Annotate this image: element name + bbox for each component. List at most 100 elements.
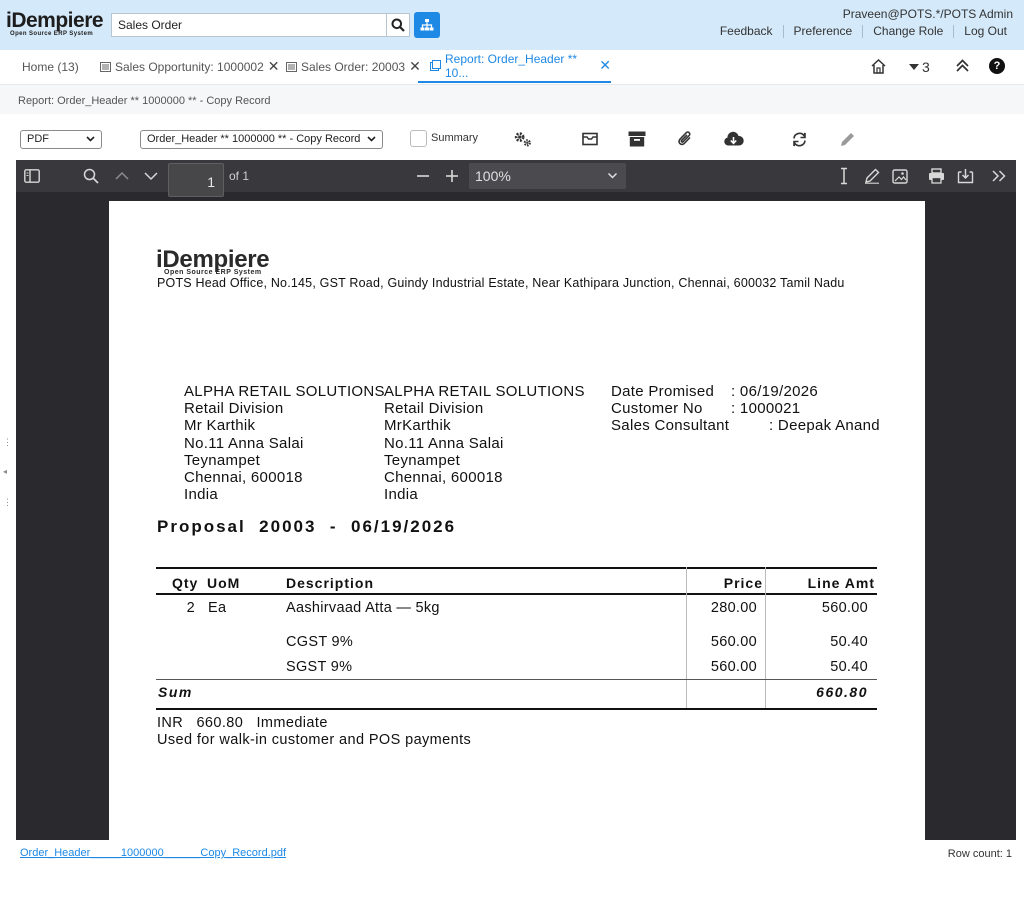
logout-link[interactable]: Log Out <box>953 25 1007 38</box>
tab-label: Home (13) <box>22 59 79 74</box>
col-price: Price <box>723 575 763 591</box>
order-info-block: Date Promised : 06/19/2026 Customer No : 1… <box>611 383 880 435</box>
page-number-input[interactable]: 1 <box>168 163 224 197</box>
search-button[interactable] <box>386 13 410 37</box>
app-logo[interactable]: iDempiere Open Source ERP System <box>6 10 108 40</box>
previous-page-icon[interactable] <box>113 167 131 185</box>
chevron-down-icon <box>367 136 376 142</box>
splitter-arrow-icon[interactable]: ◂ <box>3 468 7 476</box>
ship-to-line: Retail Division <box>384 400 484 418</box>
chevron-down-icon <box>86 136 95 142</box>
zoom-in-icon[interactable] <box>443 167 461 185</box>
ship-to-line: No.11 Anna Salai <box>384 434 504 452</box>
bill-to-line: Chennai, 600018 <box>184 469 303 487</box>
sitemap-icon <box>420 19 434 31</box>
zoom-value: 100% <box>475 168 511 184</box>
tab-label: Sales Order: 20003 <box>301 59 406 74</box>
caret-down-icon <box>909 64 919 70</box>
summary-label: Summary <box>431 132 479 144</box>
sum-value: 660.80 <box>816 684 868 700</box>
cell-price: 560.00 <box>710 659 757 675</box>
info-value: : Deepak Anand <box>769 417 880 435</box>
save-icon[interactable] <box>956 167 974 185</box>
tab-sales-order[interactable]: Sales Order: 20003 ✕ <box>286 50 421 83</box>
bill-to-block: ALPHA RETAIL SOLUTIONS Retail Division M… <box>184 383 385 503</box>
window-tabbar: Home (13) Sales Opportunity: 1000002 ✕ S… <box>0 50 1024 84</box>
ship-to-line: ALPHA RETAIL SOLUTIONS <box>384 383 585 400</box>
col-line-amt: Line Amt <box>807 575 875 591</box>
info-value: : 1000021 <box>731 400 801 418</box>
currency-payment-terms: INR 660.80 Immediate <box>157 715 328 731</box>
tab-report[interactable]: Report: Order_Header ** 10... ✕ <box>418 50 611 83</box>
preference-link[interactable]: Preference <box>782 25 863 38</box>
collapse-up-icon[interactable] <box>955 58 970 78</box>
zoom-select[interactable]: 100% <box>469 163 626 189</box>
user-role-label[interactable]: Praveen@POTS.*/POTS Admin <box>843 7 1013 21</box>
global-search-input[interactable]: Sales Order <box>111 13 387 37</box>
cell-uom: Ea <box>208 600 227 616</box>
bill-to-line: Mr Karthik <box>184 417 256 435</box>
sum-label: Sum <box>158 684 193 700</box>
draw-icon[interactable] <box>863 167 881 185</box>
open-tab-count: 3 <box>922 59 930 75</box>
find-icon[interactable] <box>82 167 100 185</box>
document-logo-subtitle: Open Source ERP System <box>164 269 262 276</box>
window-icon <box>286 61 297 72</box>
info-row: Customer No : 1000021 <box>611 400 880 417</box>
order-description: Used for walk-in customer and POS paymen… <box>157 732 472 748</box>
cell-description: CGST 9% <box>286 634 354 650</box>
archive-icon[interactable] <box>627 129 647 149</box>
refresh-icon[interactable] <box>789 129 809 149</box>
tab-label: Sales Opportunity: 1000002 <box>115 59 264 74</box>
tab-sales-opportunity[interactable]: Sales Opportunity: 1000002 ✕ <box>100 50 280 83</box>
menu-tree-button[interactable] <box>414 12 440 38</box>
ship-to-line: Teynampet <box>384 451 461 469</box>
close-icon[interactable]: ✕ <box>599 57 611 74</box>
cell-description: SGST 9% <box>286 659 353 675</box>
app-header: iDempiere Open Source ERP System Sales O… <box>0 0 1024 50</box>
format-value: PDF <box>27 133 49 145</box>
text-select-icon[interactable] <box>835 167 853 185</box>
format-select[interactable]: PDF <box>20 130 102 149</box>
col-uom: UoM <box>207 575 241 591</box>
info-label: Customer No <box>611 400 703 418</box>
attachment-icon[interactable] <box>675 129 695 149</box>
sidebar-toggle-icon[interactable] <box>23 167 41 185</box>
header-links: Feedback Preference Change Role Log Out <box>710 25 1007 38</box>
help-icon[interactable]: ? <box>989 58 1005 74</box>
breadcrumb: Report: Order_Header ** 1000000 ** - Cop… <box>18 95 271 107</box>
table-top-rule <box>156 567 877 569</box>
feedback-link[interactable]: Feedback <box>710 25 783 38</box>
email-icon[interactable] <box>580 129 600 149</box>
cell-price: 560.00 <box>710 634 757 650</box>
change-role-link[interactable]: Change Role <box>862 25 953 38</box>
zoom-out-icon[interactable] <box>414 167 432 185</box>
image-icon[interactable] <box>891 167 909 185</box>
splitter-handle[interactable]: ⋮ <box>3 438 12 447</box>
report-view-select[interactable]: Order_Header ** 1000000 ** - Copy Record <box>140 130 383 149</box>
home-icon[interactable] <box>870 58 887 80</box>
print-icon[interactable] <box>927 167 945 185</box>
splitter-handle[interactable]: ⋮ <box>3 498 12 507</box>
column-divider <box>765 567 766 709</box>
summary-checkbox[interactable] <box>410 130 427 147</box>
pdf-file-link[interactable]: Order_Header_____1000000______Copy_Recor… <box>20 847 286 859</box>
more-tools-icon[interactable] <box>990 167 1008 185</box>
tab-list-dropdown[interactable]: 3 <box>909 59 930 75</box>
close-icon[interactable]: ✕ <box>268 58 280 75</box>
tab-home[interactable]: Home (13) <box>22 50 79 83</box>
pdf-viewer[interactable]: 1 of 1 100% iDempiere Open Source ERP Sy… <box>16 160 1016 840</box>
pdf-page: iDempiere Open Source ERP System POTS He… <box>109 201 925 840</box>
bill-to-line: No.11 Anna Salai <box>184 434 304 452</box>
ship-to-block: ALPHA RETAIL SOLUTIONS Retail Division M… <box>384 383 585 503</box>
next-page-icon[interactable] <box>142 167 160 185</box>
download-cloud-icon[interactable] <box>722 129 744 149</box>
info-row: Date Promised : 06/19/2026 <box>611 383 880 400</box>
gears-icon[interactable] <box>513 129 533 149</box>
info-label: Date Promised <box>611 383 715 400</box>
sum-rule <box>156 679 877 680</box>
pencil-icon[interactable] <box>837 129 857 149</box>
info-value: : 06/19/2026 <box>731 383 819 400</box>
chevron-down-icon <box>607 172 618 179</box>
bill-to-line: India <box>184 486 219 504</box>
